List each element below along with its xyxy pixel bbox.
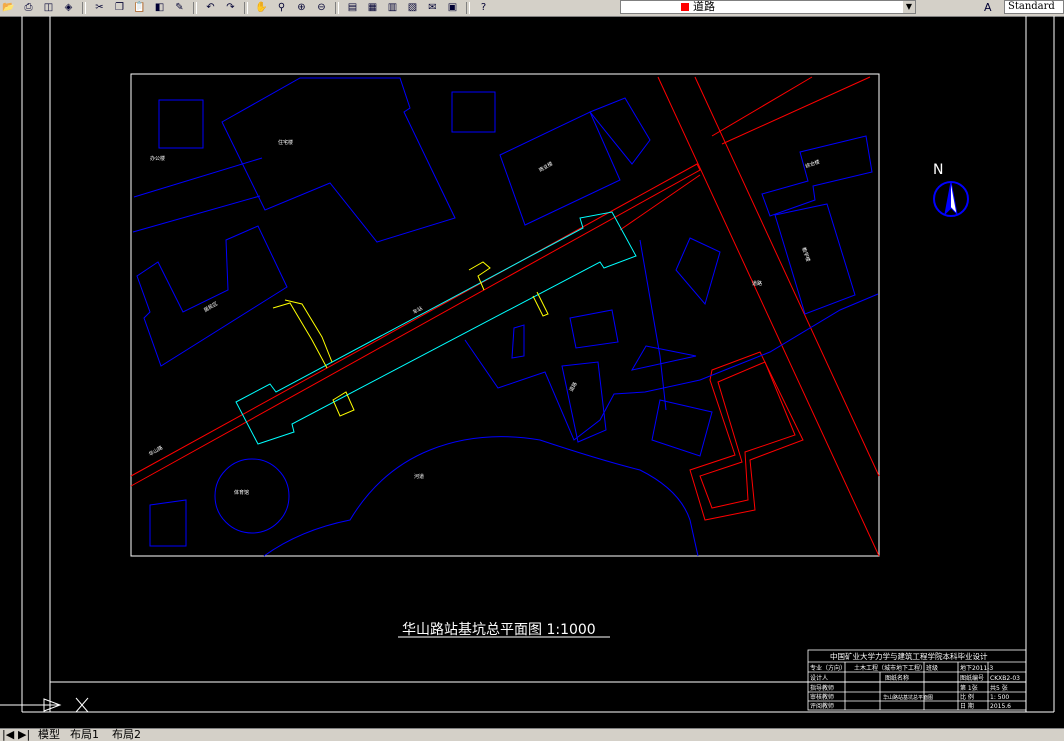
tab-layout2[interactable]: 布局2: [112, 729, 141, 741]
zoom-window-icon[interactable]: ⊕: [293, 1, 310, 15]
match-icon[interactable]: ◧: [151, 1, 168, 15]
tb-designer-label: 设计人: [810, 674, 828, 682]
tb-major-label: 专业（方向）: [810, 664, 846, 672]
label-roadB: 道路: [752, 280, 762, 287]
preview-icon[interactable]: ◫: [40, 1, 57, 15]
ucs-icon: [0, 697, 89, 713]
layout-tabs: |◀ ▶| 模型 布局1 布局2: [0, 728, 1064, 741]
chevron-down-icon[interactable]: ▼: [903, 1, 915, 13]
text-style-icon[interactable]: A: [984, 1, 992, 14]
drawing-title: 华山路站基坑总平面图 1:1000: [402, 621, 596, 638]
copy-icon[interactable]: ❐: [111, 1, 128, 15]
tb-drawing-no-value: CKXB2-03: [990, 675, 1020, 682]
layer-name: 道路: [693, 0, 715, 13]
paste-icon[interactable]: 📋: [131, 1, 148, 15]
layer-dropdown[interactable]: 道路 ▼: [620, 0, 916, 14]
open-icon[interactable]: 📂: [0, 1, 17, 15]
print-icon[interactable]: ⎙: [20, 1, 37, 15]
toolbar-separator: [335, 2, 339, 14]
toolbar: 📂 ⎙ ◫ ◈ ✂ ❐ 📋 ◧ ✎ ↶ ↷ ✋ ⚲ ⊕ ⊖ ▤ ▦ ▥ ▧ ✉ ▣? 道路 ▼ A Standard: [0, 0, 1064, 17]
label-bldg2: 住宅楼: [278, 139, 293, 146]
label-bldg1: 办公楼: [150, 155, 165, 162]
brush-icon[interactable]: ✎: [171, 1, 188, 15]
model-space-canvas[interactable]: 办公楼 住宅楼 商业楼 居民区 车站 华山路 道路 综合楼 教学楼 体育馆 河道…: [0, 16, 1064, 728]
undo-icon[interactable]: ↶: [202, 1, 219, 15]
label-bldg8: 河道: [414, 473, 424, 480]
zoom-prev-icon[interactable]: ⊖: [313, 1, 330, 15]
pan-icon[interactable]: ✋: [253, 1, 270, 15]
tb-date-value: 2015.6: [990, 703, 1011, 710]
calc-icon[interactable]: ▣: [444, 1, 461, 15]
tb-major-value: 土木工程（城市地下工程）: [854, 664, 926, 672]
tb-sheet-no: 第 1张: [960, 684, 978, 692]
toolbar-separator: [193, 2, 197, 14]
toolbar-separator: [466, 2, 470, 14]
tb-class-value: 地下2011-3: [960, 664, 993, 672]
toolbar-separator: [244, 2, 248, 14]
tb-class-label: 班级: [926, 664, 938, 672]
layer-color-swatch: [681, 3, 689, 11]
label-bldg7: 体育馆: [234, 489, 249, 496]
tb-drawing-name-value: 华山路站基坑总平面图: [883, 694, 933, 701]
tb-grader-label: 评阅教师: [810, 702, 834, 710]
tb-drawing-name-label: 图纸名称: [885, 674, 909, 682]
help-icon[interactable]: ?: [475, 1, 492, 15]
redo-icon[interactable]: ↷: [222, 1, 239, 15]
text-style-dropdown[interactable]: Standard: [1004, 0, 1064, 14]
tb-reviewer-label: 审核教师: [810, 693, 834, 701]
north-arrow: N: [933, 162, 969, 217]
tab-layout1[interactable]: 布局1: [70, 729, 99, 741]
toolbar-icons: 📂 ⎙ ◫ ◈ ✂ ❐ 📋 ◧ ✎ ↶ ↷ ✋ ⚲ ⊕ ⊖ ▤ ▦ ▥ ▧ ✉ ▣?: [0, 0, 495, 16]
design-center-icon[interactable]: ▦: [364, 1, 381, 15]
toolbar-separator: [82, 2, 86, 14]
markup-icon[interactable]: ✉: [424, 1, 441, 15]
zoom-icon[interactable]: ⚲: [273, 1, 290, 15]
properties-icon[interactable]: ▤: [344, 1, 361, 15]
tb-scale-value: 1: 500: [990, 694, 1009, 701]
tab-nav-next-icon[interactable]: ▶|: [18, 729, 30, 741]
tb-sheet-total: 共5 张: [990, 684, 1008, 692]
publish-icon[interactable]: ◈: [60, 1, 77, 15]
tb-drawing-no-label: 图纸编号: [960, 674, 984, 682]
tab-model[interactable]: 模型: [38, 729, 60, 741]
cut-icon[interactable]: ✂: [91, 1, 108, 15]
tool-palette-icon[interactable]: ▥: [384, 1, 401, 15]
north-label: N: [933, 162, 943, 178]
tb-supervisor-label: 指导教师: [810, 684, 834, 692]
sheet-set-icon[interactable]: ▧: [404, 1, 421, 15]
title-block-header: 中国矿业大学力学与建筑工程学院本科毕业设计: [830, 651, 988, 661]
tb-date-label: 日 期: [960, 702, 974, 710]
tb-scale-label: 比 例: [960, 693, 974, 701]
tab-nav-first-icon[interactable]: |◀: [2, 729, 14, 741]
